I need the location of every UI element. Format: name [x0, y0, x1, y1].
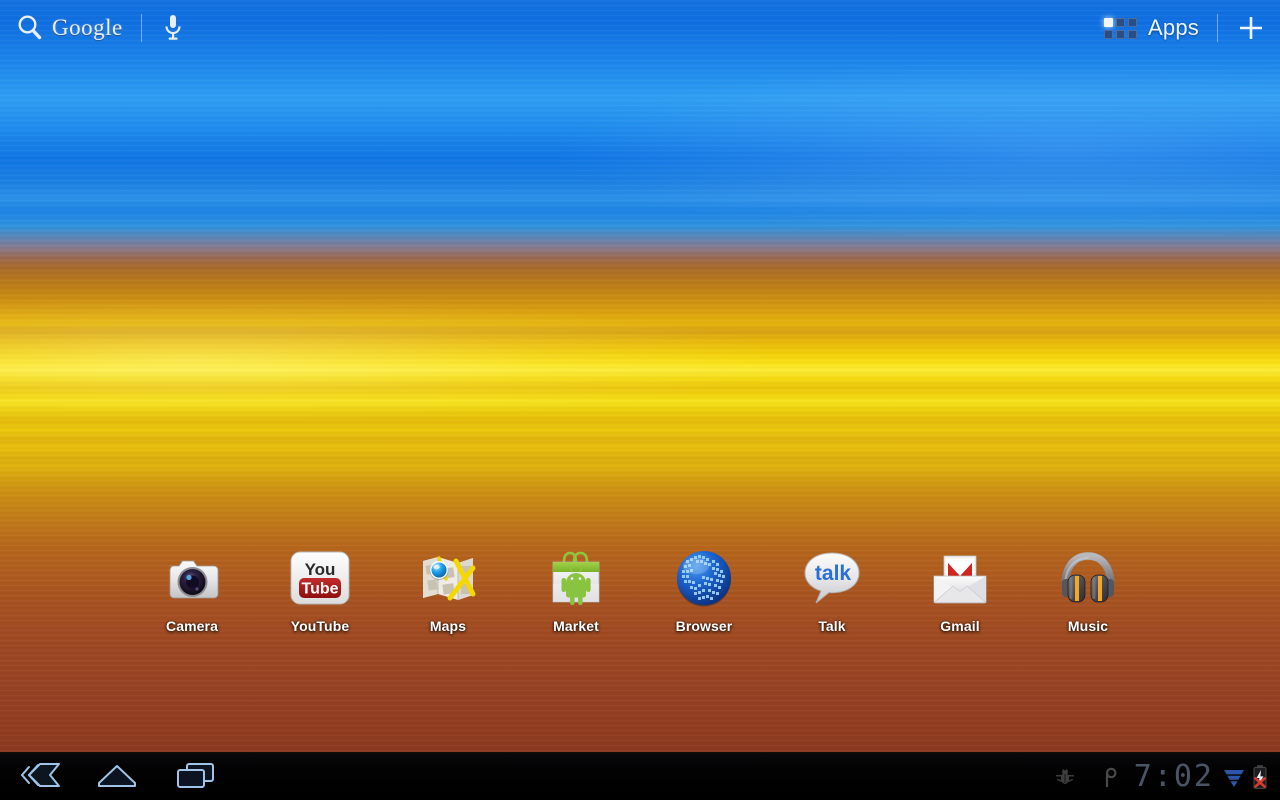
navigation-buttons	[0, 753, 234, 800]
market-icon[interactable]	[544, 546, 608, 610]
back-icon	[16, 761, 62, 794]
plus-icon[interactable]	[1236, 13, 1266, 43]
app-shortcut-camera[interactable]: Camera	[132, 546, 252, 634]
app-label: YouTube	[290, 618, 350, 634]
music-icon[interactable]	[1056, 546, 1120, 610]
maps-icon[interactable]	[416, 546, 480, 610]
apps-grid-icon[interactable]	[1104, 17, 1138, 39]
app-shortcut-music[interactable]: Music	[1028, 546, 1148, 634]
youtube-top-text: You	[305, 560, 336, 579]
app-label: Browser	[675, 618, 733, 634]
youtube-bottom-text: Tube	[301, 581, 338, 598]
back-button[interactable]	[0, 753, 78, 800]
usb-debug-bug-icon	[1054, 766, 1076, 788]
status-icons[interactable]: 7:02	[1054, 753, 1270, 800]
google-search-widget[interactable]: Google	[14, 8, 186, 48]
app-shortcut-market[interactable]: Market	[516, 546, 636, 634]
usb-connection-icon	[1102, 765, 1120, 789]
clock: 7:02	[1133, 759, 1214, 794]
home-screen: Google Apps Camera You Tube YouTube Maps…	[0, 0, 1280, 800]
camera-icon[interactable]	[160, 546, 224, 610]
battery-charging-error-icon	[1250, 764, 1270, 790]
system-bar: 7:02	[0, 752, 1280, 800]
app-shortcut-maps[interactable]: Maps	[388, 546, 508, 634]
app-shortcut-browser[interactable]: Browser	[644, 546, 764, 634]
microphone-icon[interactable]	[160, 13, 186, 43]
youtube-icon[interactable]: You Tube	[288, 546, 352, 610]
home-icon	[95, 761, 139, 794]
app-shortcut-talk[interactable]: talk Talk	[772, 546, 892, 634]
app-label: Gmail	[940, 618, 980, 634]
search-divider	[140, 14, 142, 42]
browser-icon[interactable]	[672, 546, 736, 610]
recent-apps-icon	[173, 760, 217, 795]
app-shortcut-youtube[interactable]: You Tube YouTube	[260, 546, 380, 634]
gmail-icon[interactable]	[928, 546, 992, 610]
home-button[interactable]	[78, 753, 156, 800]
app-label: Talk	[818, 618, 846, 634]
search-icon[interactable]	[14, 12, 46, 44]
apps-divider	[1217, 14, 1218, 42]
google-search-label: Google	[52, 15, 123, 40]
recent-apps-button[interactable]	[156, 753, 234, 800]
top-bar: Google Apps	[0, 0, 1280, 56]
app-shortcut-row: Camera You Tube YouTube Maps Market Brow…	[0, 546, 1280, 646]
app-shortcut-gmail[interactable]: Gmail	[900, 546, 1020, 634]
apps-and-customize-group: Apps	[1104, 8, 1266, 48]
talk-icon[interactable]: talk	[800, 546, 864, 610]
app-label: Camera	[166, 618, 218, 634]
apps-label[interactable]: Apps	[1148, 15, 1199, 41]
app-label: Maps	[429, 618, 467, 634]
talk-word-text: talk	[815, 562, 852, 585]
app-label: Music	[1067, 618, 1109, 634]
wifi-signal-icon	[1222, 766, 1246, 788]
app-label: Market	[553, 618, 599, 634]
